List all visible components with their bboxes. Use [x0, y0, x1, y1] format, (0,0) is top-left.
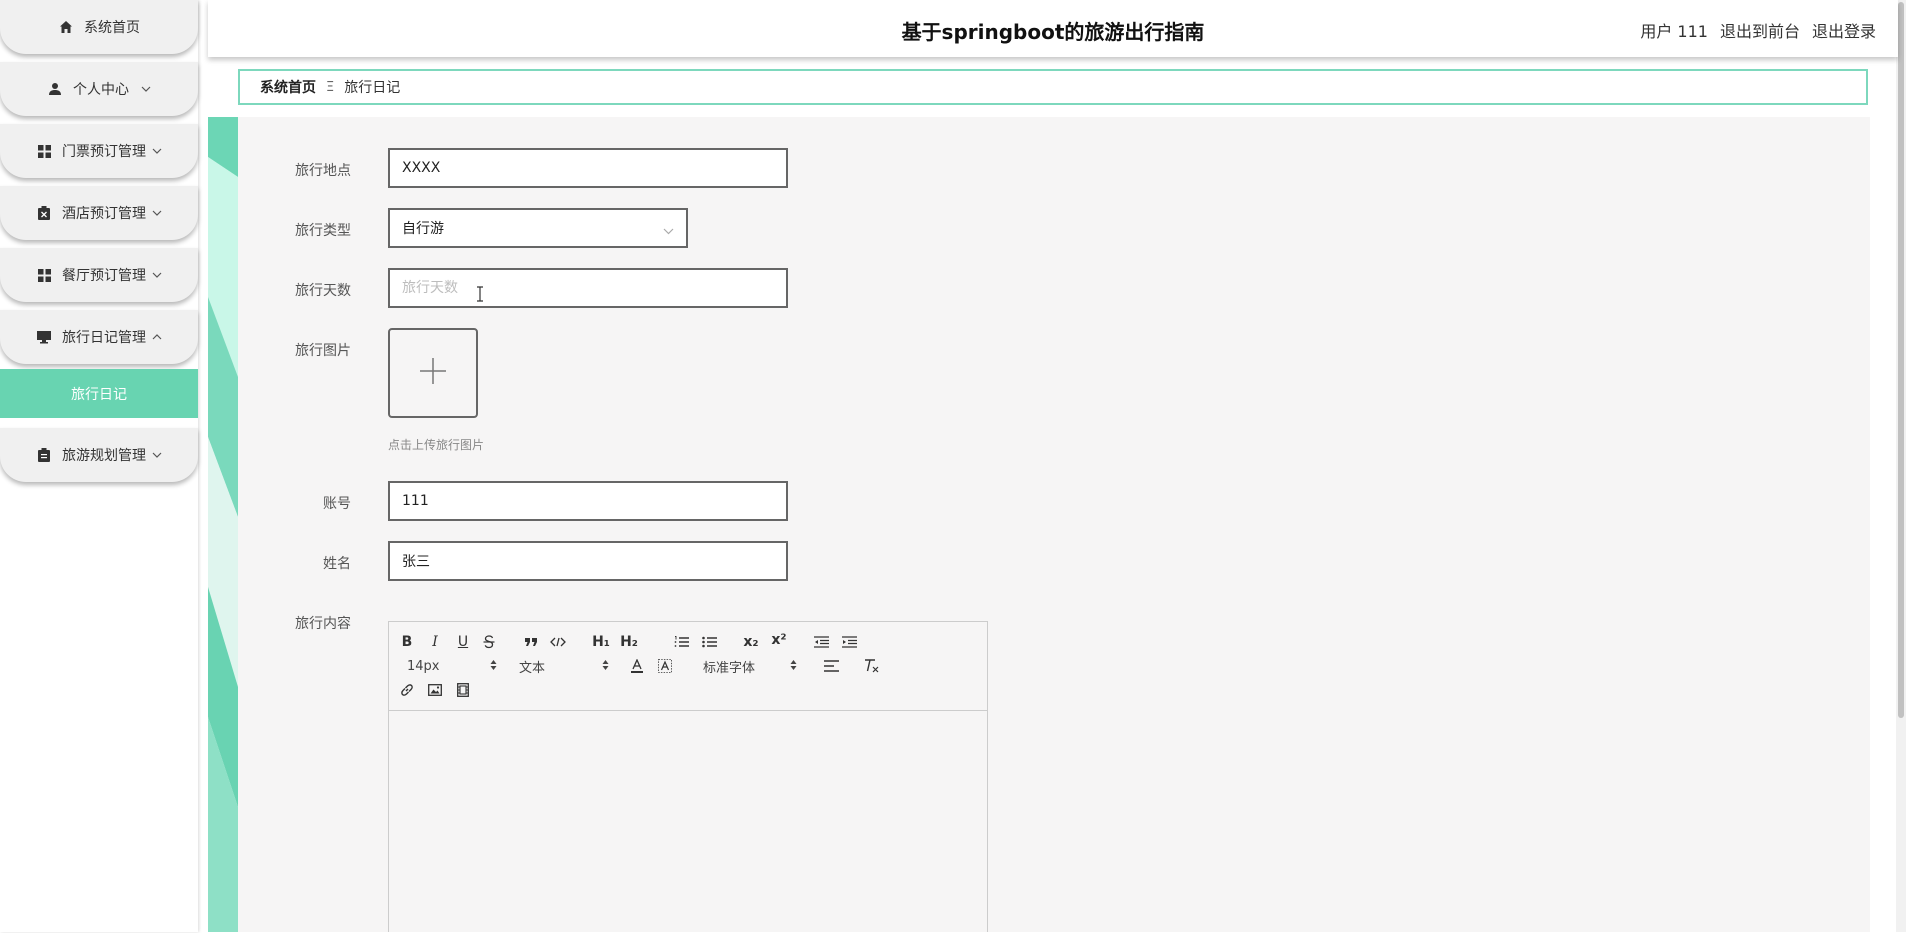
strikethrough-icon[interactable] [477, 632, 501, 652]
link-icon[interactable] [395, 680, 419, 700]
grid-icon [36, 267, 52, 283]
location-label: 旅行地点 [295, 163, 351, 179]
header-user-area: 用户 111 退出到前台 退出登录 [1640, 18, 1876, 42]
chevron-down-icon [152, 272, 162, 278]
chevron-down-icon [663, 223, 674, 239]
font-family-select[interactable]: 标准字体 [703, 656, 797, 676]
account-label: 账号 [323, 496, 351, 512]
plus-icon [419, 357, 447, 389]
sidebar-item-home[interactable]: 系统首页 [0, 0, 198, 54]
breadcrumb-home[interactable]: 系统首页 [260, 77, 316, 97]
sidebar-item-label: 个人中心 [73, 82, 129, 98]
heading1-button[interactable]: H₁ [589, 632, 613, 652]
subscript-button[interactable]: x₂ [739, 632, 763, 652]
page-scrollbar[interactable] [1896, 0, 1906, 932]
monitor-icon [36, 329, 52, 345]
sidebar-item-label: 系统首页 [84, 20, 140, 36]
logout-link[interactable]: 退出登录 [1812, 18, 1876, 42]
user-icon [47, 81, 63, 97]
sidebar: 系统首页 个人中心 门票预订管理 酒店预订管理 餐厅预订管理 旅行日记管理 旅行… [0, 0, 198, 932]
grid-icon [36, 143, 52, 159]
rich-text-editor: B I U H₁ H₂ x₂ x² 14px 文本 标准字体 [388, 621, 988, 932]
type-select-value: 自行游 [402, 221, 444, 237]
breadcrumb: 系统首页 Ξ 旅行日记 [238, 69, 1868, 105]
editor-content-area[interactable] [389, 711, 987, 933]
scrollbar-thumb[interactable] [1898, 2, 1904, 718]
home-icon [58, 19, 74, 35]
name-label: 姓名 [323, 556, 351, 572]
sidebar-item-ticket-booking[interactable]: 门票预订管理 [0, 124, 198, 178]
code-block-icon[interactable] [546, 632, 570, 652]
name-input[interactable] [388, 541, 788, 581]
ordered-list-icon[interactable] [669, 632, 693, 652]
updown-arrow-icon [790, 659, 797, 675]
font-color-icon[interactable] [625, 656, 649, 676]
location-input[interactable] [388, 148, 788, 188]
font-size-value: 14px [407, 658, 440, 674]
days-input[interactable] [388, 268, 788, 308]
text-cursor-icon [476, 286, 484, 306]
sidebar-item-restaurant-booking[interactable]: 餐厅预订管理 [0, 248, 198, 302]
blockquote-icon[interactable] [519, 632, 543, 652]
top-header: 基于springboot的旅游出行指南 用户 111 退出到前台 退出登录 [208, 0, 1898, 57]
image-label: 旅行图片 [295, 343, 351, 359]
sidebar-item-personal-center[interactable]: 个人中心 [0, 62, 198, 116]
current-user: 用户 111 [1640, 22, 1708, 41]
chevron-down-icon [141, 86, 151, 92]
breadcrumb-separator: Ξ [326, 79, 335, 95]
image-insert-icon[interactable] [423, 680, 447, 700]
sidebar-item-hotel-booking[interactable]: 酒店预订管理 [0, 186, 198, 240]
sidebar-item-label: 门票预订管理 [62, 144, 146, 160]
breadcrumb-current: 旅行日记 [344, 80, 401, 96]
outdent-icon[interactable] [809, 632, 833, 652]
header-type-select[interactable]: 文本 [519, 656, 609, 676]
indent-icon[interactable] [837, 632, 861, 652]
content-label: 旅行内容 [295, 616, 351, 632]
heading2-button[interactable]: H₂ [617, 632, 641, 652]
font-size-select[interactable]: 14px [407, 656, 497, 676]
days-label: 旅行天数 [295, 283, 351, 299]
sidebar-subitem-label: 旅行日记 [71, 386, 127, 403]
updown-arrow-icon [602, 659, 609, 675]
bold-button[interactable]: B [395, 632, 419, 652]
image-upload-button[interactable] [388, 328, 478, 418]
sidebar-item-travel-planning[interactable]: 旅游规划管理 [0, 428, 198, 482]
image-upload-hint: 点击上传旅行图片 [388, 438, 485, 452]
clear-format-icon[interactable] [859, 656, 883, 676]
editor-toolbar: B I U H₁ H₂ x₂ x² 14px 文本 标准字体 [389, 622, 987, 711]
header-type-value: 文本 [519, 660, 546, 676]
sidebar-item-label: 旅游规划管理 [62, 448, 146, 464]
updown-arrow-icon [490, 659, 497, 675]
bullet-list-icon[interactable] [697, 632, 721, 652]
sidebar-item-travel-diary-management[interactable]: 旅行日记管理 [0, 310, 198, 364]
type-label: 旅行类型 [295, 223, 351, 239]
align-left-icon[interactable] [819, 656, 843, 676]
sidebar-item-label: 旅行日记管理 [62, 330, 146, 346]
italic-button[interactable]: I [423, 632, 447, 652]
superscript-button[interactable]: x² [767, 630, 791, 650]
type-select[interactable]: 自行游 [388, 208, 688, 248]
chevron-down-icon [152, 210, 162, 216]
chevron-down-icon [152, 452, 162, 458]
background-color-icon[interactable] [653, 656, 677, 676]
font-family-value: 标准字体 [703, 660, 756, 676]
sidebar-item-label: 餐厅预订管理 [62, 268, 146, 284]
account-input[interactable] [388, 481, 788, 521]
clipboard-icon [36, 447, 52, 463]
sidebar-subitem-travel-diary[interactable]: 旅行日记 [0, 369, 198, 418]
sidebar-item-label: 酒店预订管理 [62, 206, 146, 222]
chevron-down-icon [152, 148, 162, 154]
clipboard-x-icon [36, 205, 52, 221]
chevron-up-icon [152, 334, 162, 340]
underline-button[interactable]: U [451, 632, 475, 652]
video-insert-icon[interactable] [451, 680, 475, 700]
back-to-front-link[interactable]: 退出到前台 [1720, 18, 1800, 42]
